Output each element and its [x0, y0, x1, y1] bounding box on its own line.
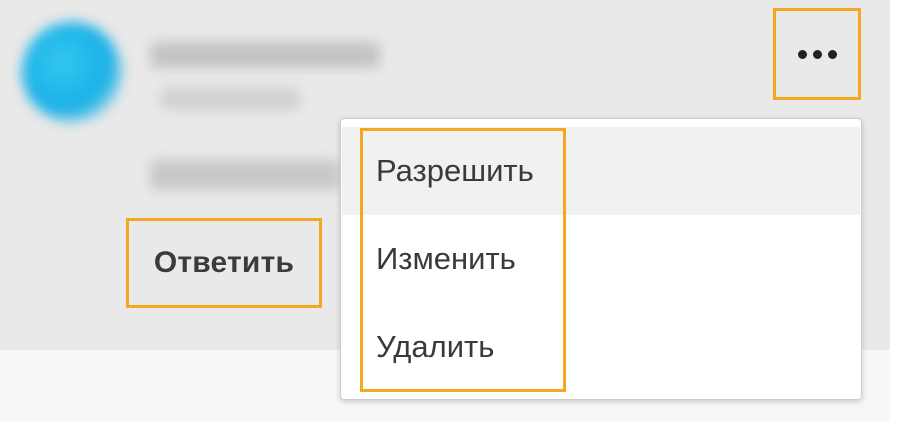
menu-item-delete[interactable]: Удалить: [342, 303, 860, 391]
comment-options-menu: Разрешить Изменить Удалить: [340, 118, 862, 400]
menu-item-resolve[interactable]: Разрешить: [342, 127, 860, 215]
reply-button-label: Ответить: [153, 246, 295, 279]
comment-text-blurred: [150, 160, 340, 190]
page-edge: [890, 0, 900, 422]
author-name-blurred: [150, 42, 380, 68]
menu-item-label: Разрешить: [376, 153, 534, 188]
reply-button[interactable]: Ответить: [126, 218, 322, 308]
menu-item-edit[interactable]: Изменить: [342, 215, 860, 303]
more-options-button[interactable]: [773, 8, 861, 100]
menu-item-label: Изменить: [376, 241, 516, 276]
timestamp-blurred: [160, 88, 300, 110]
menu-item-label: Удалить: [376, 329, 495, 364]
more-horizontal-icon: [797, 49, 837, 59]
avatar: [22, 22, 122, 122]
